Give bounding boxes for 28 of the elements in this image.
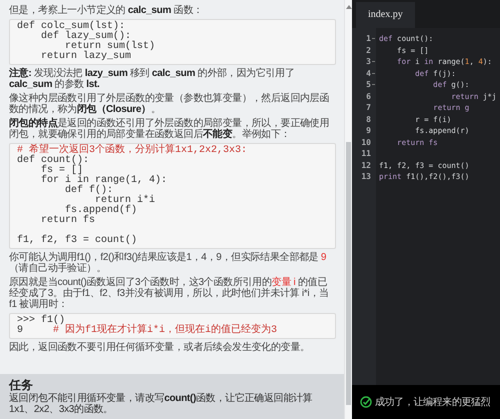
- line-number: 3: [366, 57, 371, 66]
- line-number: 6: [366, 92, 371, 101]
- result-message: 成功了，让编程来的更猛烈: [375, 396, 490, 409]
- line-number: 8: [366, 114, 371, 124]
- paragraph: 你可能认为调用f1()，f2()和f3()结果应该是1，4，9，但实际结果全部都是 9 （请自己动手验证）。: [9, 252, 328, 274]
- line-number: 1: [366, 34, 371, 44]
- line-number: 12: [361, 160, 371, 170]
- code-block: def colc_sum(lst): def lazy_sum(): return sum(lst) return lazy_sum: [9, 19, 336, 65]
- task-title: 任务: [9, 378, 34, 392]
- code-block: # 希望一次返回3个函数，分别计算1x1,2x2,3x3: def count(): fs = [] for i in range(1, 4): def f(): return i*i fs.append(f) return fs f1, f2, f3 = count(): [9, 143, 336, 249]
- task-text: 返回闭包不能引用循环变量，请改写count()函数，让它正确返回能计算1x1、2x2、3x3的函数。: [9, 393, 314, 415]
- file-tab[interactable]: index.py: [356, 2, 415, 28]
- line-number: 7: [366, 103, 371, 112]
- line-number: 13: [361, 172, 371, 182]
- paragraph: 注意: 发现没法把 lazy_sum 移到 calc_sum 的外部，因为它引用了 calc_sum 的参数 lst.: [9, 68, 296, 90]
- scrollbar-thumb[interactable]: [346, 142, 351, 405]
- paragraph: 但是，考察上一小节定义的 calc_sum 函数：: [9, 5, 204, 16]
- paragraph: 原因就是当count()函数返回了3个函数时，这3个函数所引用的变量 i 的值已经变成了3。由于f1、f2、f3并没有被调用，所以，此时他们并未计算 i*i，当 f1 被调用时：: [9, 277, 330, 310]
- line-number: 2: [366, 46, 371, 55]
- paragraph: 因此，返回函数不要引用任何循环变量，或者后续会发生变化的变量。: [9, 342, 311, 353]
- line-number: 4: [366, 68, 371, 78]
- paragraph: 像这种内层函数引用了外层函数的变量（参数也算变量），然后返回内层函数的情况，称为闭包（Closure）。: [9, 93, 330, 115]
- code-block: >>> f1() 9 # 因为f1现在才计算i*i，但现在i的值已经变为3: [9, 313, 336, 339]
- line-number: 11: [361, 149, 371, 158]
- line-number: 10: [361, 138, 371, 147]
- line-number: 5: [366, 80, 371, 90]
- line-number: 9: [366, 126, 371, 136]
- paragraph: 闭包的特点是返回的函数还引用了外层函数的局部变量，所以，要正确使用闭包，就要确保引用的局部变量在函数返回后不能变。举例如下：: [9, 118, 330, 140]
